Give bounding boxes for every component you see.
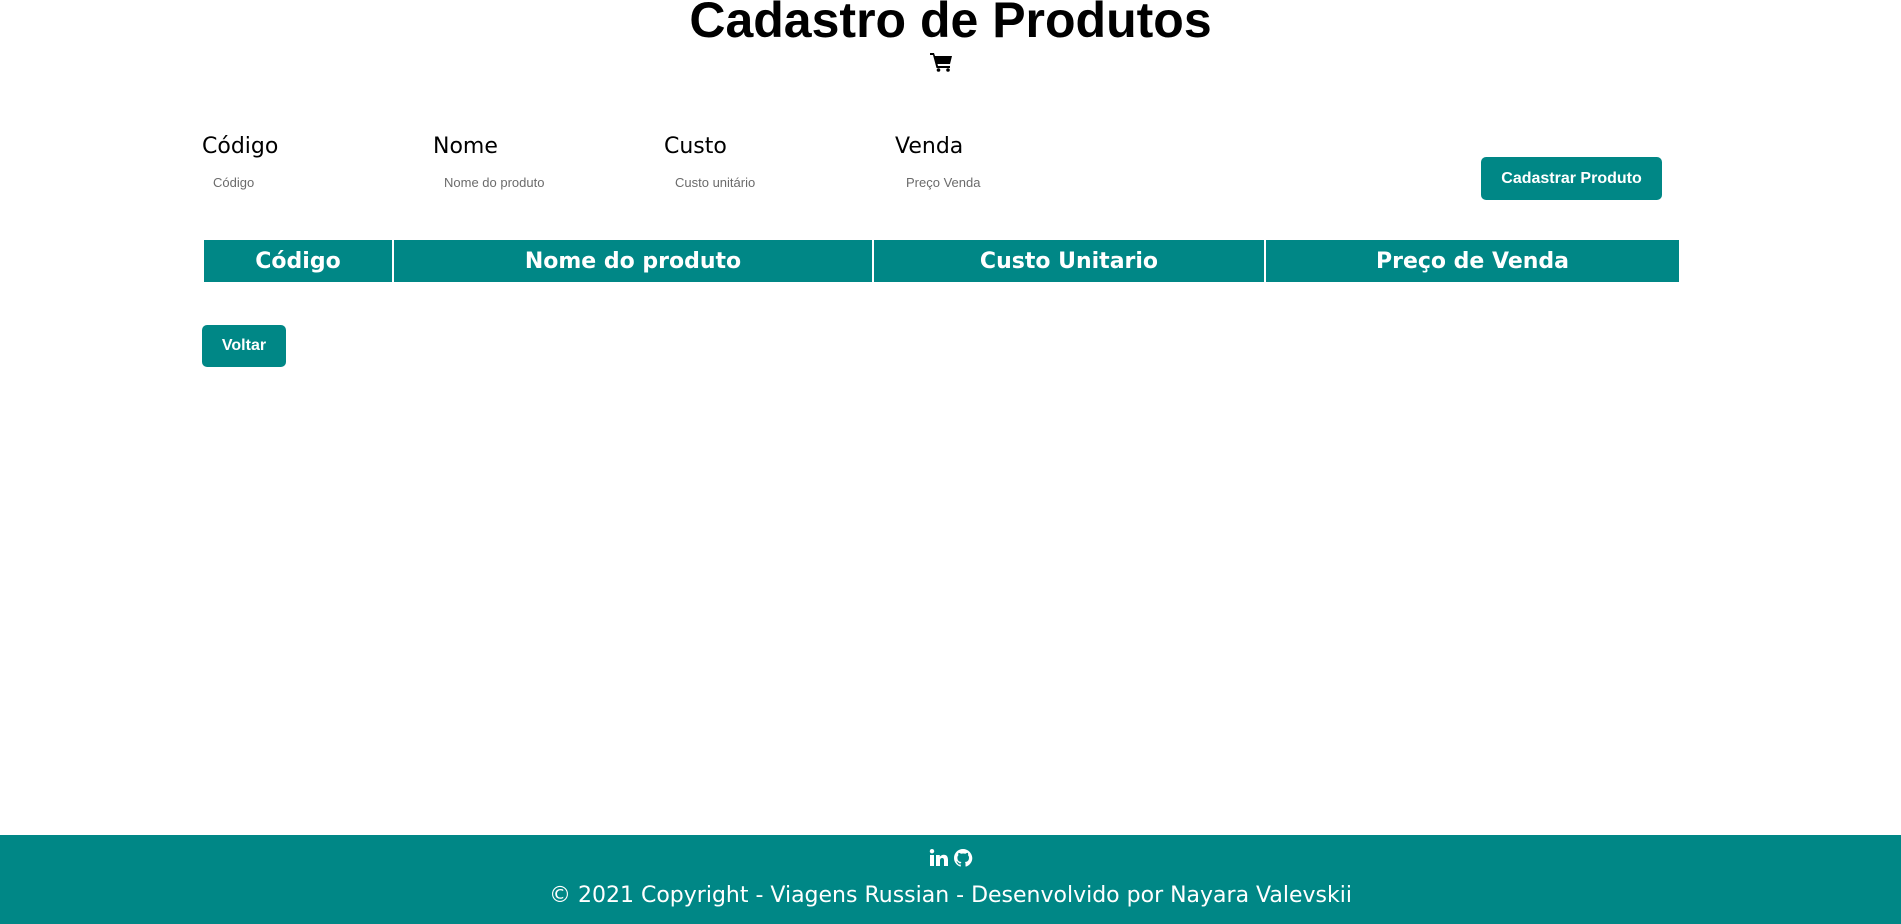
social-links — [0, 848, 1901, 868]
field-venda: Venda — [895, 130, 1115, 196]
shopping-cart-icon — [930, 52, 954, 72]
page: Cadastro de Produtos Código Nome Custo V… — [0, 0, 1901, 924]
cadastrar-produto-button[interactable]: Cadastrar Produto — [1481, 157, 1662, 200]
page-title: Cadastro de Produtos — [689, 0, 1212, 48]
column-header-codigo: Código — [204, 240, 392, 282]
products-table: Código Nome do produto Custo Unitario Pr… — [202, 240, 1681, 282]
field-custo: Custo — [664, 130, 884, 196]
footer: © 2021 Copyright - Viagens Russian - Des… — [0, 835, 1901, 924]
codigo-label: Código — [202, 134, 279, 159]
column-header-venda: Preço de Venda — [1266, 240, 1679, 282]
column-header-nome: Nome do produto — [394, 240, 872, 282]
custo-label: Custo — [664, 134, 727, 159]
nome-input[interactable] — [433, 168, 633, 196]
github-icon[interactable] — [953, 848, 973, 868]
field-codigo: Código — [202, 130, 422, 196]
custo-input[interactable] — [664, 168, 864, 196]
column-header-custo: Custo Unitario — [874, 240, 1264, 282]
nome-label: Nome — [433, 134, 498, 159]
venda-label: Venda — [895, 134, 964, 159]
voltar-button[interactable]: Voltar — [202, 325, 286, 367]
table-header-row: Código Nome do produto Custo Unitario Pr… — [204, 240, 1679, 282]
linkedin-icon[interactable] — [929, 848, 949, 868]
field-nome: Nome — [433, 130, 653, 196]
venda-input[interactable] — [895, 168, 1095, 196]
codigo-input[interactable] — [202, 168, 402, 196]
copyright-text: © 2021 Copyright - Viagens Russian - Des… — [549, 883, 1352, 908]
